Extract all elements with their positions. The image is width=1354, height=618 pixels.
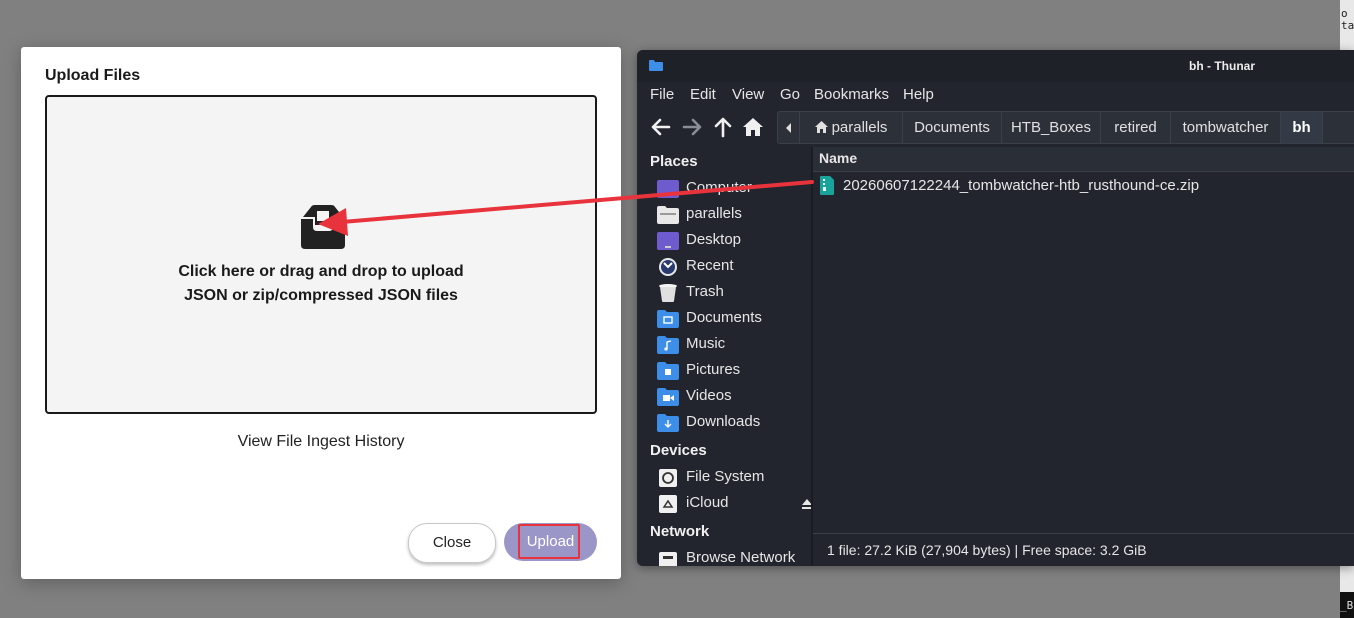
sidebar-item-label: File System [686, 468, 765, 485]
menu-help[interactable]: Help [903, 86, 934, 103]
close-button[interactable]: Close [408, 523, 496, 563]
network-drive-icon [659, 495, 677, 513]
upload-button-highlight [518, 524, 580, 559]
toolbar: parallels Documents HTB_Boxes retired to… [637, 110, 1354, 144]
sidebar-item-computer[interactable]: Computer [657, 177, 811, 201]
column-header-label: Name [819, 150, 858, 166]
sidebar-item-label: Videos [686, 387, 732, 404]
breadcrumb-bh[interactable]: bh [1281, 112, 1323, 143]
sidebar-item-label: Music [686, 335, 726, 352]
column-header-name[interactable]: Name [813, 147, 1354, 172]
music-folder-icon [657, 336, 679, 354]
recent-icon [659, 258, 677, 276]
folder-icon [649, 60, 663, 71]
window-title: bh - Thunar [1189, 59, 1255, 73]
sidebar-item-downloads[interactable]: Downloads [657, 411, 811, 435]
sidebar-item-recent[interactable]: Recent [657, 255, 811, 279]
sidebar-item-label: Pictures [686, 361, 741, 378]
sidebar-heading-places: Places [650, 153, 698, 170]
breadcrumb-label: parallels [831, 119, 888, 136]
network-icon [659, 552, 677, 566]
home-folder-icon [657, 206, 679, 224]
file-dropzone[interactable]: Click here or drag and drop to upload JS… [45, 95, 597, 414]
terminal-text: _B [1340, 599, 1354, 612]
home-icon [814, 121, 828, 133]
breadcrumb-scroll-left[interactable] [778, 112, 800, 143]
menu-bookmarks[interactable]: Bookmarks [814, 86, 889, 103]
terminal-text: ta [1341, 19, 1354, 32]
menu-view[interactable]: View [732, 86, 764, 103]
status-bar: 1 file: 27.2 KiB (27,904 bytes) | Free s… [813, 533, 1354, 566]
pictures-folder-icon [657, 362, 679, 380]
sidebar-item-trash[interactable]: Trash [657, 281, 811, 305]
sidebar-item-label: Browse Network [686, 549, 796, 566]
sidebar-item-label: parallels [686, 205, 742, 222]
upload-files-dialog: Upload Files Click here or drag and drop… [21, 47, 621, 579]
breadcrumb-parallels[interactable]: parallels [800, 112, 903, 143]
menu-file[interactable]: File [650, 86, 674, 103]
sidebar-item-label: Trash [686, 283, 724, 300]
title-bar[interactable]: bh - Thunar [637, 50, 1354, 82]
documents-folder-icon [657, 310, 679, 328]
sidebar-item-desktop[interactable]: Desktop [657, 229, 811, 253]
inbox-tray-icon [301, 205, 345, 249]
sidebar-item-browse-network[interactable]: Browse Network [657, 547, 811, 566]
breadcrumb-documents[interactable]: Documents [903, 112, 1002, 143]
menu-edit[interactable]: Edit [690, 86, 716, 103]
thunar-window: bh - Thunar File Edit View Go Bookmarks … [637, 50, 1354, 566]
downloads-folder-icon [657, 414, 679, 432]
breadcrumb: parallels Documents HTB_Boxes retired to… [777, 111, 1354, 144]
back-arrow-icon[interactable] [650, 116, 672, 138]
file-name: 20260607122244_tombwatcher-htb_rusthound… [843, 177, 1200, 194]
computer-icon [657, 180, 679, 198]
sidebar-item-label: Computer [686, 179, 752, 196]
terminal-block: _B [1340, 592, 1354, 618]
trash-icon [659, 284, 677, 302]
chevron-left-icon [785, 123, 791, 133]
breadcrumb-retired[interactable]: retired [1101, 112, 1171, 143]
dropzone-filetypes: JSON or zip/compressed JSON files [184, 287, 458, 304]
dropzone-instruction: Click here or drag and drop to upload [178, 263, 464, 280]
sidebar-item-label: iCloud [686, 494, 729, 511]
file-row[interactable]: 20260607122244_tombwatcher-htb_rusthound… [813, 174, 1354, 198]
sidebar-heading-network: Network [650, 523, 710, 540]
dialog-title: Upload Files [45, 67, 141, 84]
sidebar-item-icloud[interactable]: iCloud [657, 492, 811, 516]
sidebar-item-documents[interactable]: Documents [657, 307, 811, 331]
sidebar-item-file-system[interactable]: File System [657, 466, 811, 490]
sidebar-item-label: Documents [686, 309, 762, 326]
sidebar-item-pictures[interactable]: Pictures [657, 359, 811, 383]
eject-icon[interactable] [801, 498, 811, 510]
sidebar-item-label: Recent [686, 257, 734, 274]
status-text: 1 file: 27.2 KiB (27,904 bytes) | Free s… [827, 542, 1147, 558]
sidebar-heading-devices: Devices [650, 442, 707, 459]
file-list-view: Name 20260607122244_tombwatcher-htb_rust… [813, 147, 1354, 533]
up-arrow-icon[interactable] [712, 116, 734, 138]
menu-go[interactable]: Go [780, 86, 800, 103]
breadcrumb-tombwatcher[interactable]: tombwatcher [1171, 112, 1281, 143]
videos-folder-icon [657, 388, 679, 406]
sidebar-item-parallels[interactable]: parallels [657, 203, 811, 227]
drive-icon [659, 469, 677, 487]
sidebar: Places Computer parallels Desktop Recent… [637, 147, 811, 566]
sidebar-item-music[interactable]: Music [657, 333, 811, 357]
view-ingest-history-link[interactable]: View File Ingest History [21, 433, 621, 451]
sidebar-item-label: Desktop [686, 231, 742, 248]
desktop-icon [657, 232, 679, 250]
breadcrumb-htb-boxes[interactable]: HTB_Boxes [1002, 112, 1101, 143]
forward-arrow-icon[interactable] [681, 116, 703, 138]
sidebar-item-label: Downloads [686, 413, 761, 430]
home-icon[interactable] [742, 116, 764, 138]
sidebar-item-videos[interactable]: Videos [657, 385, 811, 409]
zip-file-icon [820, 176, 834, 195]
